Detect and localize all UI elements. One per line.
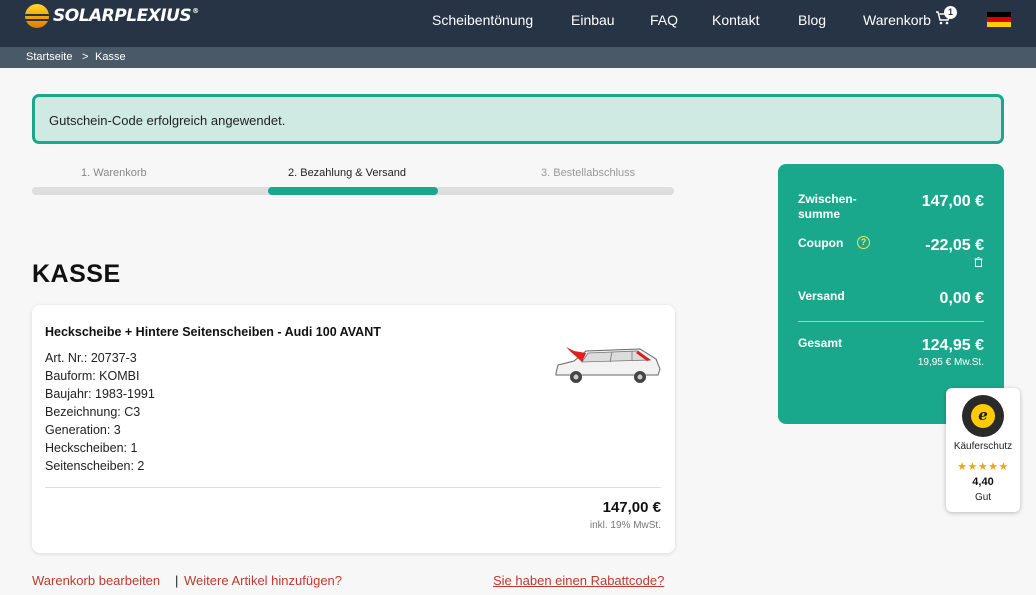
- subtotal-label: Zwischen- summe: [798, 192, 857, 221]
- car-illustration-icon: [555, 347, 661, 383]
- breadcrumb-separator: >: [82, 51, 89, 63]
- nav-blog[interactable]: Blog: [798, 12, 826, 28]
- shipping-label: Versand: [798, 289, 845, 303]
- solarplexius-logo[interactable]: SOLARPLEXIUS®: [25, 4, 199, 28]
- de-flag-icon[interactable]: [987, 12, 1011, 27]
- product-bezeichnung: Bezeichnung: C3: [45, 405, 141, 419]
- help-icon[interactable]: ?: [857, 236, 870, 249]
- nav-warenkorb[interactable]: Warenkorb: [863, 12, 931, 28]
- step-bestellabschluss: 3. Bestellabschluss: [541, 167, 636, 179]
- product-art-nr: Art. Nr.: 20737-3: [45, 351, 137, 365]
- product-divider: [45, 487, 661, 488]
- breadcrumb-home[interactable]: Startseite: [26, 51, 72, 63]
- coupon-code-link[interactable]: Sie haben einen Rabattcode?: [493, 573, 664, 588]
- product-bauform: Bauform: KOMBI: [45, 369, 140, 383]
- step-warenkorb[interactable]: 1. Warenkorb: [81, 167, 147, 179]
- order-summary: Zwischen- summe 147,00 € Coupon ? -22,05…: [778, 164, 1004, 424]
- breadcrumb-current: Kasse: [95, 51, 126, 63]
- total-value: 124,95 €: [921, 337, 984, 354]
- cart-count-badge: 1: [944, 6, 957, 19]
- coupon-label: Coupon: [798, 236, 844, 250]
- coupon-value: -22,05 €: [925, 237, 984, 254]
- summary-divider: [798, 321, 984, 322]
- trust-score: 4,40: [972, 476, 994, 488]
- edit-cart-link[interactable]: Warenkorb bearbeiten: [32, 573, 160, 588]
- top-navigation-bar: SOLARPLEXIUS® Scheibentönung Einbau FAQ …: [0, 0, 1036, 47]
- star-rating-icon: ★★★★★: [957, 461, 1009, 473]
- trust-label: Käuferschutz: [953, 441, 1013, 452]
- nav-faq[interactable]: FAQ: [650, 12, 678, 28]
- nav-scheibentoenung[interactable]: Scheibentönung: [432, 12, 533, 28]
- sun-logo-icon: [25, 4, 49, 28]
- product-generation: Generation: 3: [45, 423, 121, 437]
- logo-text: SOLARPLEXIUS®: [53, 6, 199, 26]
- breadcrumb: Startseite > Kasse: [0, 47, 1036, 68]
- shipping-value: 0,00 €: [939, 290, 984, 307]
- product-baujahr: Baujahr: 1983-1991: [45, 387, 155, 401]
- nav-kontakt[interactable]: Kontakt: [712, 12, 759, 28]
- success-alert: Gutschein-Code erfolgreich angewendet.: [32, 94, 1004, 144]
- alert-message: Gutschein-Code erfolgreich angewendet.: [49, 113, 286, 128]
- product-seitenscheiben: Seitenscheiben: 2: [45, 459, 145, 473]
- step-bezahlung-versand: 2. Bezahlung & Versand: [288, 167, 407, 179]
- trusted-shops-seal-icon: e: [962, 395, 1004, 437]
- product-price: 147,00 €: [602, 499, 661, 516]
- page-title: KASSE: [32, 260, 121, 288]
- trust-grade: Gut: [974, 492, 992, 503]
- product-name: Heckscheibe + Hintere Seitenscheiben - A…: [45, 325, 381, 339]
- step-progress-active: [268, 187, 438, 195]
- product-tax-note: inkl. 19% MwSt.: [589, 520, 661, 531]
- total-label: Gesamt: [798, 336, 843, 350]
- subtotal-value: 147,00 €: [921, 193, 984, 210]
- footer-separator: |: [175, 573, 179, 588]
- trash-icon[interactable]: [974, 257, 983, 267]
- product-heckscheiben: Heckscheiben: 1: [45, 441, 138, 455]
- trusted-shops-badge[interactable]: e Käuferschutz ★★★★★ 4,40 Gut: [946, 388, 1020, 512]
- product-card: Heckscheibe + Hintere Seitenscheiben - A…: [32, 305, 675, 553]
- nav-einbau[interactable]: Einbau: [571, 12, 615, 28]
- total-tax: 19,95 € Mw.St.: [917, 357, 984, 368]
- add-more-items-link[interactable]: Weitere Artikel hinzufügen?: [184, 573, 342, 588]
